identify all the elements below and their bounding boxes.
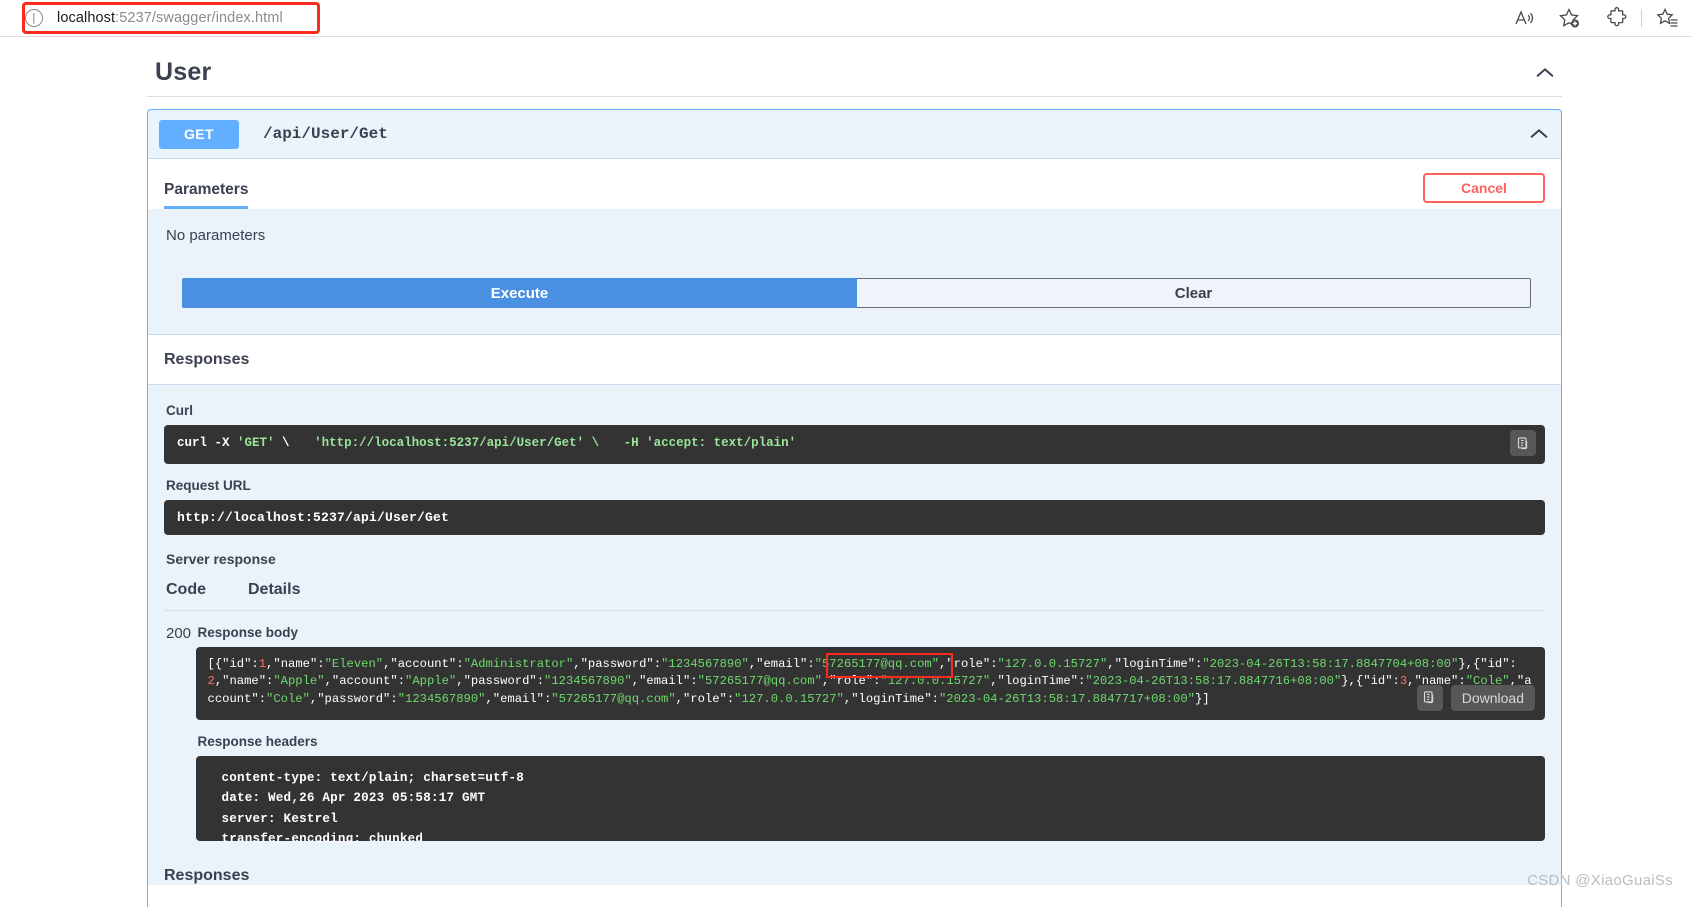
url-host: localhost — [57, 10, 116, 26]
browser-toolbar: localhost:5237/swagger/index.html — [0, 0, 1691, 37]
section-header[interactable]: User — [147, 49, 1562, 97]
responses-heading-2: Responses — [164, 866, 250, 884]
watermark: CSDN @XiaoGuaiSs — [1527, 872, 1673, 889]
extensions-icon[interactable] — [1605, 6, 1629, 30]
curl-command: curl -X — [177, 436, 238, 450]
response-headers-label: Response headers — [197, 733, 318, 749]
request-url-label: Request URL — [166, 478, 251, 493]
swagger-page: User GET /api/User/Get Parameters Cancel — [0, 37, 1691, 907]
response-body-actions: Download — [1416, 684, 1535, 711]
curl-code-block: curl -X 'GET' \ 'http://localhost:5237/a… — [164, 425, 1545, 464]
address-bar-url: localhost:5237/swagger/index.html — [57, 10, 283, 26]
endpoint-path: /api/User/Get — [263, 125, 388, 143]
response-header-line: transfer-encoding: chunked — [221, 832, 424, 847]
response-body-json: [{"id":1,"name":"Eleven","account":"Admi… — [207, 657, 1532, 706]
execute-button[interactable]: Execute — [182, 278, 857, 308]
tab-parameters[interactable]: Parameters — [164, 181, 249, 209]
curl-url-line: 'http://localhost:5237/api/User/Get' \ — [314, 436, 600, 450]
parameters-body: No parameters Execute Clear — [148, 209, 1561, 334]
toolbar-divider — [1641, 9, 1642, 27]
table-row: 200 Response body [{"id":1,"name":"Eleve… — [164, 611, 1545, 846]
api-section-user: User GET /api/User/Get Parameters Cancel — [147, 49, 1562, 907]
favorites-list-icon[interactable] — [1655, 6, 1679, 30]
responses-table-header-2: Code Description Links — [148, 885, 1561, 907]
response-body-label: Response body — [197, 625, 299, 640]
opblock-body: Parameters Cancel No parameters Execute … — [148, 158, 1561, 907]
curl-line1-tail: \ — [274, 436, 290, 450]
opblock-get-user: GET /api/User/Get Parameters Cancel No p… — [147, 109, 1562, 907]
server-response-label: Server response — [166, 551, 276, 567]
curl-label: Curl — [166, 403, 193, 418]
execute-clear-row: Execute Clear — [182, 278, 1531, 308]
response-header-line: date: Wed,26 Apr 2023 05:58:17 GMT — [221, 791, 486, 806]
response-details: Response body [{"id":1,"name":"Eleven","… — [195, 625, 1545, 846]
request-url-block: http://localhost:5237/api/User/Get — [164, 500, 1545, 535]
responses-body: Curl curl -X 'GET' \ 'http://localhost:5… — [148, 384, 1561, 851]
curl-method-arg: 'GET' — [237, 436, 275, 450]
parameters-header: Parameters Cancel — [148, 159, 1561, 209]
response-status-code: 200 — [166, 625, 192, 642]
clear-button[interactable]: Clear — [857, 278, 1531, 308]
response-header-line: server: Kestrel — [221, 811, 338, 826]
column-code: Code — [166, 581, 206, 598]
response-headers-block: content-type: text/plain; charset=utf-8 … — [195, 755, 1545, 846]
curl-header-line: -H 'accept: text/plain' — [623, 436, 797, 450]
site-info-icon[interactable] — [25, 9, 43, 27]
page-title: User — [155, 58, 212, 86]
responses-section-2: Responses — [148, 850, 1561, 885]
url-path: :5237/swagger/index.html — [115, 10, 283, 26]
column-details: Details — [248, 581, 301, 598]
http-method-badge: GET — [159, 119, 239, 149]
copy-icon[interactable] — [1510, 430, 1536, 456]
responses-header: Responses — [148, 334, 1561, 384]
response-header-line: content-type: text/plain; charset=utf-8 — [221, 770, 525, 785]
address-bar[interactable]: localhost:5237/swagger/index.html — [18, 3, 1588, 33]
responses-heading: Responses — [164, 350, 250, 368]
no-parameters-text: No parameters — [166, 227, 266, 244]
copy-icon[interactable] — [1416, 684, 1443, 711]
opblock-summary[interactable]: GET /api/User/Get — [148, 110, 1561, 158]
download-button[interactable]: Download — [1450, 684, 1535, 711]
chevron-up-icon[interactable] — [1534, 62, 1556, 84]
chevron-up-icon[interactable] — [1528, 123, 1550, 145]
response-table-header: Code Details — [164, 581, 1545, 611]
cancel-button[interactable]: Cancel — [1423, 173, 1545, 203]
read-aloud-icon[interactable] — [1513, 6, 1537, 30]
add-favorite-icon[interactable] — [1557, 6, 1581, 30]
response-body-block: [{"id":1,"name":"Eleven","account":"Admi… — [195, 647, 1545, 720]
